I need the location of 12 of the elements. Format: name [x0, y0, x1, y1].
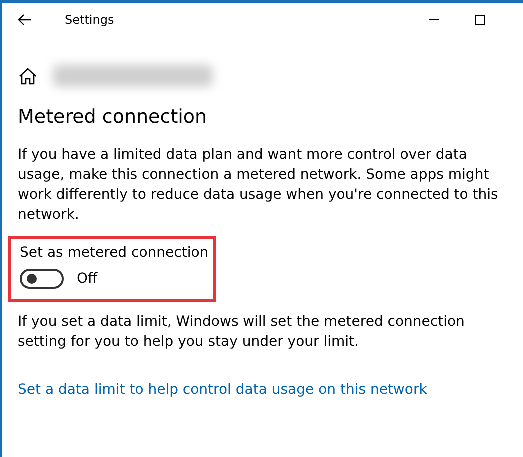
page-heading: Metered connection [18, 106, 208, 128]
window-title: Settings [65, 12, 116, 26]
note-text: If you set a data limit, Windows will set the metered connection setting for you to help you stay under your limit. [18, 313, 466, 352]
toggle-switch[interactable] [20, 269, 64, 289]
data-limit-link[interactable]: Set a data limit to help control data usage on this network [18, 382, 523, 398]
home-icon[interactable] [19, 68, 37, 84]
description-text: If you have a limited data plan and want more control over data usage, make this connection a metered network. Some apps might work differently to reduce data usage when you're connected to this network. [18, 146, 500, 225]
toggle-state-text: Off [77, 271, 98, 287]
maximize-icon [475, 14, 485, 24]
minimize-icon [429, 19, 439, 20]
back-arrow-icon [18, 14, 32, 26]
toggle-label: Set as metered connection [20, 245, 210, 261]
